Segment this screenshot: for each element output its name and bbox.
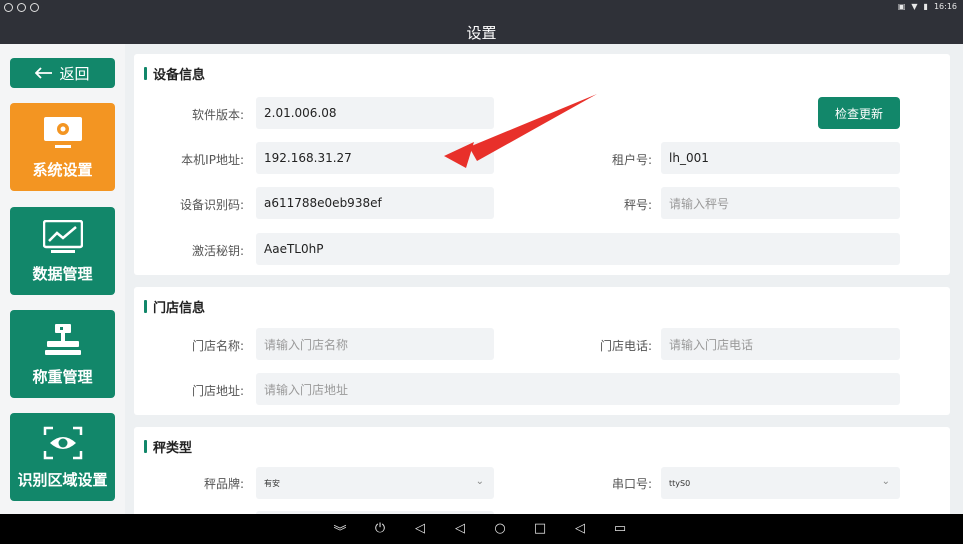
status-right: ▣ ▼ ▮ 16:16 xyxy=(898,2,957,11)
battery-icon: ▮ xyxy=(923,2,928,11)
status-circle-icon xyxy=(30,3,39,12)
scale-type-card: 秤类型 秤品牌: 有安 ⌄ 串口号: ttyS0 ⌄ xyxy=(134,427,950,514)
back-nav-icon[interactable]: ◁ xyxy=(450,521,470,536)
sidebar-item-label: 称重管理 xyxy=(32,367,93,386)
section-title: 门店信息 xyxy=(144,297,205,316)
sidebar-item-label: 系统设置 xyxy=(32,160,93,179)
check-update-button[interactable]: 检查更新 xyxy=(818,97,900,129)
device-info-card: 设备信息 软件版本: 2.01.006.08 检查更新 本机IP地址: 192.… xyxy=(134,54,950,275)
collapse-icon[interactable]: ︾ xyxy=(330,521,350,540)
sidebar-item-label: 数据管理 xyxy=(32,264,93,283)
back-label: 返回 xyxy=(59,64,90,83)
section-marker xyxy=(144,440,147,453)
scale-brand-label: 秤品牌: xyxy=(203,477,244,491)
system-settings-icon xyxy=(42,115,84,151)
store-info-card: 门店信息 门店名称: 请输入门店名称 门店电话: 请输入门店电话 门店地址: 请… xyxy=(134,287,950,415)
section-title: 设备信息 xyxy=(144,64,205,83)
serial-port-label: 串口号: xyxy=(611,477,652,491)
volume-down-icon[interactable]: ◁ xyxy=(410,521,430,536)
tenant-id-label: 租户号: xyxy=(611,153,652,167)
arrow-left-icon xyxy=(35,64,53,83)
chart-icon xyxy=(42,219,84,255)
status-circle-icon xyxy=(17,3,26,12)
sidebar-item-recognition-area[interactable]: 识别区域设置 xyxy=(10,413,115,501)
serial-port-select[interactable]: ttyS0 ⌄ xyxy=(661,467,900,499)
store-phone-input[interactable]: 请输入门店电话 xyxy=(661,328,900,360)
volume-up-icon[interactable]: ◁ xyxy=(570,521,590,536)
store-name-input[interactable]: 请输入门店名称 xyxy=(256,328,494,360)
screenshot-icon[interactable]: ▭ xyxy=(610,521,630,536)
store-name-label: 门店名称: xyxy=(191,339,244,353)
sidebar-item-weighing-management[interactable]: 称重管理 xyxy=(10,310,115,398)
status-time: 16:16 xyxy=(933,2,957,11)
device-id-label: 设备识别码: xyxy=(179,198,244,212)
ip-address-field: 192.168.31.27 xyxy=(256,142,494,174)
back-button[interactable]: 返回 xyxy=(10,58,115,88)
activation-key-field: AaeTL0hP xyxy=(256,233,900,265)
software-version-label: 软件版本: xyxy=(191,108,244,122)
section-marker xyxy=(144,67,147,80)
device-id-field: a611788e0eb938ef xyxy=(256,187,494,219)
status-circle-icon xyxy=(4,3,13,12)
ip-address-label: 本机IP地址: xyxy=(181,153,244,167)
power-icon[interactable]: ⏻ xyxy=(370,521,390,536)
eye-scan-icon xyxy=(42,425,84,461)
home-icon[interactable]: ○ xyxy=(490,521,510,536)
status-indicators xyxy=(4,3,39,12)
status-bar: ▣ ▼ ▮ 16:16 xyxy=(0,0,963,16)
wifi-icon: ▼ xyxy=(911,2,918,11)
chevron-down-icon: ⌄ xyxy=(881,476,890,487)
page-title: 设置 xyxy=(466,24,497,42)
screenshot-icon: ▣ xyxy=(897,2,906,11)
software-version-field: 2.01.006.08 xyxy=(256,97,494,129)
activation-key-label: 激活秘钥: xyxy=(191,244,244,258)
scale-no-input[interactable]: 请输入秤号 xyxy=(661,187,900,219)
sidebar-item-label: 识别区域设置 xyxy=(17,470,108,489)
sidebar-item-data-management[interactable]: 数据管理 xyxy=(10,207,115,295)
scale-icon xyxy=(42,322,84,358)
scale-brand-select[interactable]: 有安 ⌄ xyxy=(256,467,494,499)
system-nav-bar: ︾ ⏻ ◁ ◁ ○ □ ◁ ▭ xyxy=(0,514,963,544)
store-address-input[interactable]: 请输入门店地址 xyxy=(256,373,900,405)
chevron-down-icon: ⌄ xyxy=(475,476,484,487)
store-address-label: 门店地址: xyxy=(191,384,244,398)
store-phone-label: 门店电话: xyxy=(599,339,652,353)
sidebar: 返回 系统设置 数据管理 称重管理 识别区域设置 xyxy=(0,44,125,514)
recents-icon[interactable]: □ xyxy=(530,521,550,536)
sidebar-item-system-settings[interactable]: 系统设置 xyxy=(10,103,115,191)
main-content: 设备信息 软件版本: 2.01.006.08 检查更新 本机IP地址: 192.… xyxy=(134,54,950,514)
scale-no-label: 秤号: xyxy=(623,198,652,212)
app-body: 返回 系统设置 数据管理 称重管理 识别区域设置 设备信息 软件版本: 2.01… xyxy=(0,44,963,514)
title-bar: 设置 xyxy=(0,16,963,44)
section-marker xyxy=(144,300,147,313)
tenant-id-field: lh_001 xyxy=(661,142,900,174)
section-title: 秤类型 xyxy=(144,437,192,456)
